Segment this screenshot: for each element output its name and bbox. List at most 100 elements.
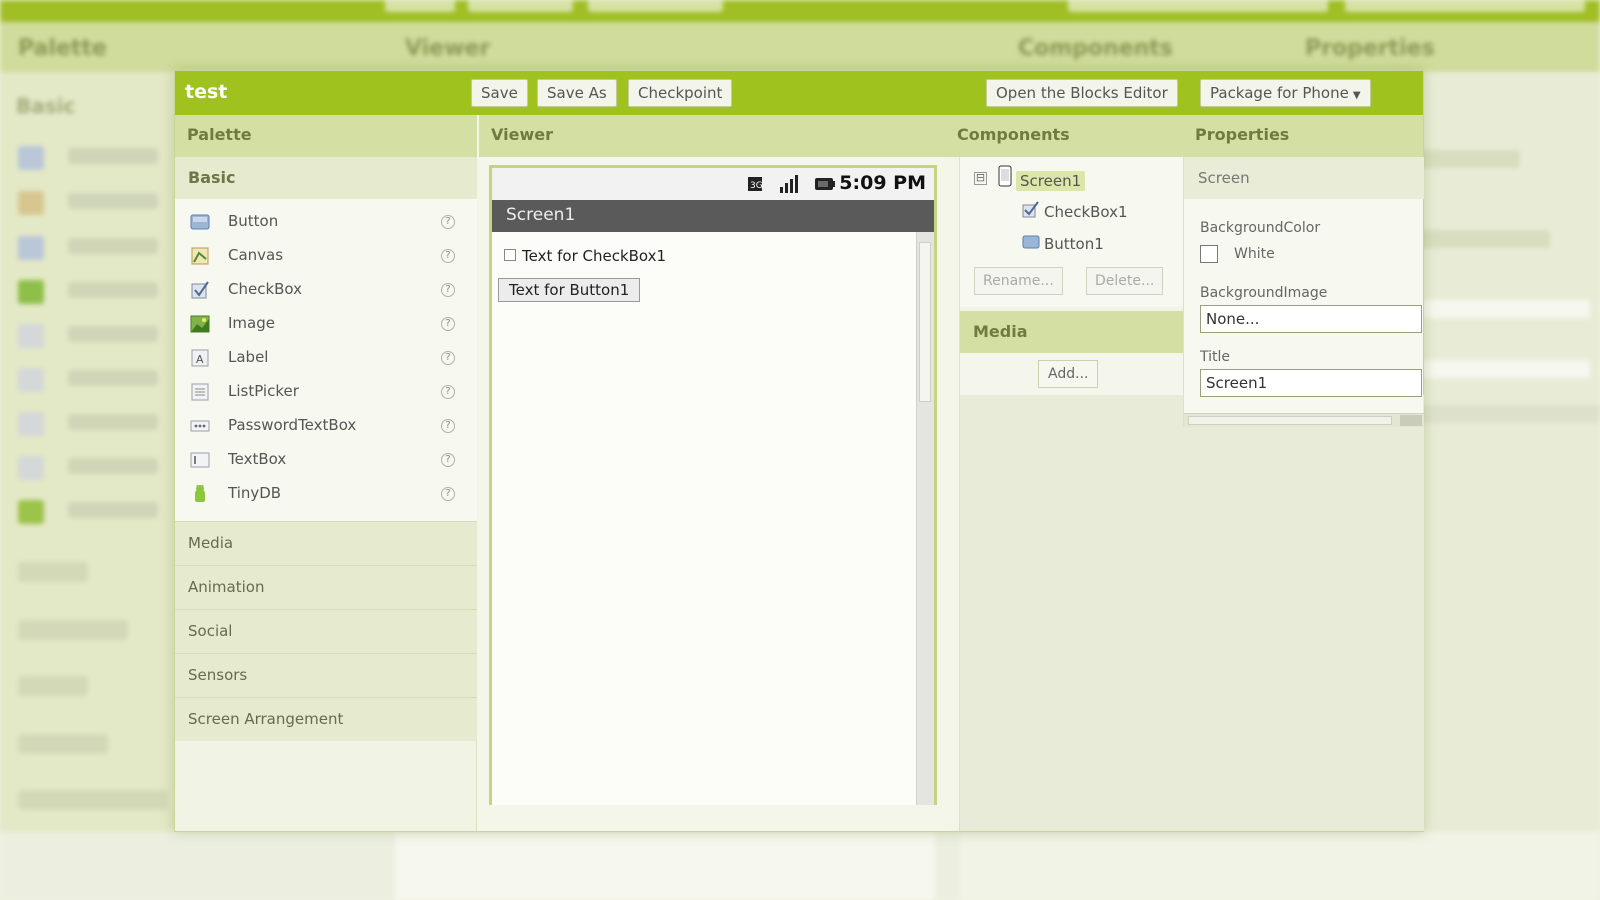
properties-header: Properties xyxy=(1183,115,1423,157)
button-icon xyxy=(190,214,210,230)
bg-properties xyxy=(1400,72,1600,832)
add-media-button[interactable]: Add... xyxy=(1038,360,1099,388)
checkbox1-text[interactable]: Text for CheckBox1 xyxy=(522,247,666,265)
help-icon[interactable]: ? xyxy=(441,351,455,365)
textbox-icon xyxy=(190,452,210,468)
bg-components-header: Components xyxy=(1018,36,1173,61)
password-icon xyxy=(190,420,210,432)
help-icon[interactable]: ? xyxy=(441,283,455,297)
palette-panel: Basic Button ? Canvas ? CheckBox ? Image… xyxy=(175,157,477,831)
button1-preview[interactable]: Text for Button1 xyxy=(498,278,641,302)
help-icon[interactable]: ? xyxy=(441,385,455,399)
category-screen-arrangement[interactable]: Screen Arrangement xyxy=(175,697,477,741)
palette-item-listpicker[interactable]: ListPicker ? xyxy=(175,375,477,409)
background-color-value[interactable]: White xyxy=(1234,246,1275,262)
viewer-scrollbar[interactable] xyxy=(916,232,934,805)
properties-component-name: Screen xyxy=(1184,157,1424,199)
bg-bar xyxy=(1400,405,1600,423)
category-social[interactable]: Social xyxy=(175,609,477,653)
designer-window: test Save Save As Checkpoint Open the Bl… xyxy=(174,70,1424,832)
bg-bottom-col xyxy=(395,832,935,900)
palette-item-tinydb[interactable]: TinyDB ? xyxy=(175,477,477,511)
palette-item-label: Image xyxy=(228,314,275,332)
properties-scroll-thumb[interactable] xyxy=(1188,416,1392,425)
checkbox1-box[interactable] xyxy=(504,249,516,261)
bg-bar xyxy=(1400,300,1590,318)
help-icon[interactable]: ? xyxy=(441,453,455,467)
save-button[interactable]: Save xyxy=(471,79,528,107)
basic-component-list: Button ? Canvas ? CheckBox ? Image ? A L… xyxy=(175,199,477,521)
help-icon[interactable]: ? xyxy=(441,317,455,331)
properties-panel: Screen BackgroundColor White BackgroundI… xyxy=(1183,157,1424,427)
collapse-icon[interactable]: ⊟ xyxy=(974,172,987,185)
package-label: Package for Phone xyxy=(1210,84,1349,102)
help-icon[interactable]: ? xyxy=(441,419,455,433)
palette-item-label[interactable]: A Label ? xyxy=(175,341,477,375)
scroll-right-arrow-icon[interactable] xyxy=(1400,415,1422,426)
bg-top-button xyxy=(385,0,455,12)
palette-item-checkbox[interactable]: CheckBox ? xyxy=(175,273,477,307)
title-field[interactable]: Screen1 xyxy=(1200,369,1422,397)
category-media[interactable]: Media xyxy=(175,521,477,565)
properties-scrollbar[interactable] xyxy=(1184,413,1424,427)
bg-item xyxy=(18,454,168,482)
help-icon[interactable]: ? xyxy=(441,249,455,263)
tinydb-icon xyxy=(195,484,205,502)
bg-palette-header: Palette xyxy=(18,36,107,61)
checkpoint-button[interactable]: Checkpoint xyxy=(628,79,733,107)
viewer-header: Viewer xyxy=(479,115,945,157)
phone-preview: 3G 5:09 PM Screen1 Text for CheckBox1 Te… xyxy=(489,165,937,805)
tree-node-screen1[interactable]: Screen1 xyxy=(1016,171,1086,191)
palette-item-label: TextBox xyxy=(228,450,287,468)
signal-strength-icon xyxy=(780,175,798,193)
help-icon[interactable]: ? xyxy=(441,487,455,501)
palette-item-label-text: Label xyxy=(228,348,269,366)
category-sensors[interactable]: Sensors xyxy=(175,653,477,697)
save-as-button[interactable]: Save As xyxy=(537,79,617,107)
data-network-icon: 3G xyxy=(748,177,763,191)
bg-top-button xyxy=(1068,0,1328,12)
rename-button[interactable]: Rename... xyxy=(974,267,1063,295)
media-panel: Add... xyxy=(960,353,1184,395)
category-animation[interactable]: Animation xyxy=(175,565,477,609)
palette-item-textbox[interactable]: TextBox ? xyxy=(175,443,477,477)
bg-basic-label: Basic xyxy=(16,94,76,118)
checkbox-icon xyxy=(191,281,209,299)
palette-item-label: Canvas xyxy=(228,246,284,264)
screen-canvas[interactable]: Text for CheckBox1 Text for Button1 xyxy=(492,232,916,805)
palette-item-image[interactable]: Image ? xyxy=(175,307,477,341)
title-label: Title xyxy=(1200,349,1231,365)
palette-item-label: PasswordTextBox xyxy=(228,416,357,434)
label-icon: A xyxy=(191,349,209,367)
bg-category xyxy=(18,562,88,582)
svg-text:A: A xyxy=(196,353,204,366)
basic-category-header[interactable]: Basic xyxy=(175,157,477,199)
screen-title: Screen1 xyxy=(492,200,934,232)
background-color-label: BackgroundColor xyxy=(1200,220,1321,236)
tree-node-button1[interactable]: Button1 xyxy=(1044,235,1104,253)
palette-item-canvas[interactable]: Canvas ? xyxy=(175,239,477,273)
help-icon[interactable]: ? xyxy=(441,215,455,229)
background-color-swatch[interactable] xyxy=(1200,245,1218,263)
bg-item xyxy=(18,189,168,217)
bg-category xyxy=(18,676,88,696)
viewer-scroll-thumb[interactable] xyxy=(919,242,931,402)
palette-item-label: ListPicker xyxy=(228,382,299,400)
palette-item-passwordtextbox[interactable]: PasswordTextBox ? xyxy=(175,409,477,443)
palette-item-label: CheckBox xyxy=(228,280,303,298)
phone-status-bar: 3G 5:09 PM xyxy=(492,168,934,200)
project-title: test xyxy=(185,81,228,103)
open-blocks-editor-button[interactable]: Open the Blocks Editor xyxy=(986,79,1178,107)
bg-item xyxy=(18,278,168,306)
delete-button[interactable]: Delete... xyxy=(1086,267,1164,295)
palette-item-button[interactable]: Button ? xyxy=(175,205,477,239)
bg-item xyxy=(18,366,168,394)
tree-node-checkbox1[interactable]: CheckBox1 xyxy=(1044,203,1128,221)
image-icon xyxy=(190,315,210,333)
background-image-field[interactable]: None... xyxy=(1200,305,1422,333)
empty-area xyxy=(960,395,1424,831)
bg-item xyxy=(18,498,168,526)
status-time: 5:09 PM xyxy=(839,172,926,194)
package-for-phone-dropdown[interactable]: Package for Phone ▼ xyxy=(1200,79,1371,107)
svg-text:3G: 3G xyxy=(750,181,763,191)
